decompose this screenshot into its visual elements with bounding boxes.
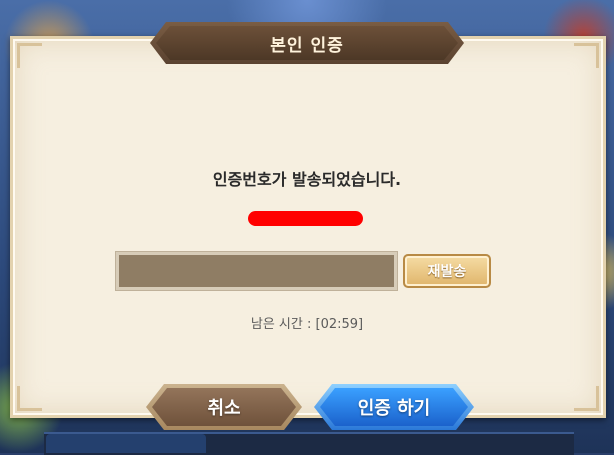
- verify-button-label: 인증 하기: [357, 398, 431, 419]
- verification-code-input[interactable]: [115, 251, 398, 291]
- dialog-title: 본인 인증: [270, 35, 344, 56]
- title-banner-inner: 본인 인증: [156, 26, 458, 60]
- corner-ornament: [17, 43, 42, 68]
- verify-button[interactable]: 인증 하기: [320, 388, 468, 426]
- corner-ornament: [574, 386, 599, 411]
- remaining-time: 남은 시간 : [02:59]: [250, 317, 364, 332]
- verification-dialog: [10, 36, 606, 418]
- cancel-button-label: 취소: [207, 398, 241, 419]
- corner-ornament: [574, 43, 599, 68]
- sent-message: 인증번호가 발송되었습니다.: [212, 170, 402, 189]
- resend-button[interactable]: 재발송: [403, 254, 491, 288]
- corner-ornament: [17, 386, 42, 411]
- background-bottom-tab: [46, 434, 206, 453]
- redacted-phone-number: [248, 211, 363, 226]
- resend-button-label: 재발송: [427, 264, 467, 280]
- cancel-button[interactable]: 취소: [152, 388, 296, 426]
